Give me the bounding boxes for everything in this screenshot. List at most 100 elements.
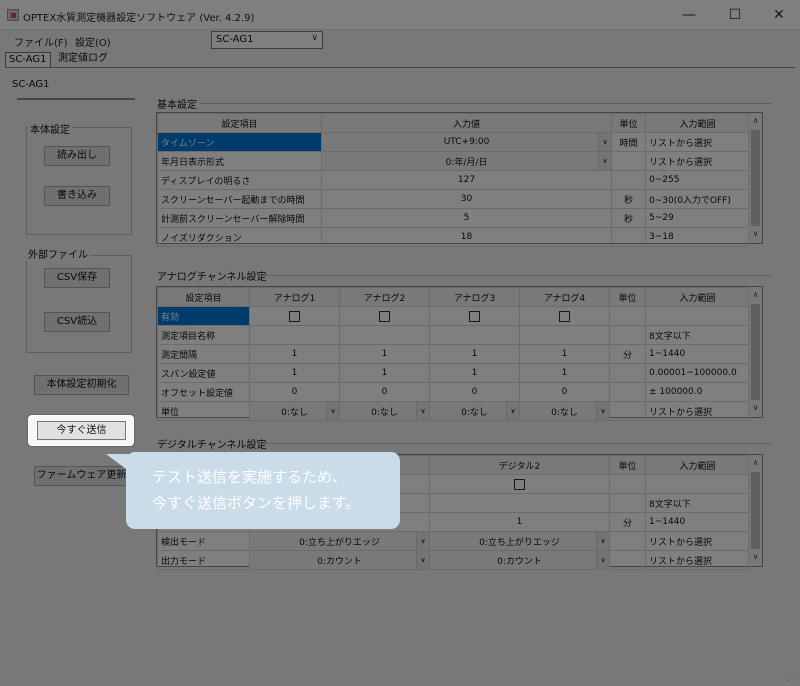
table-row: 測定間隔 1 1 1 1 分 1~1440 [157,344,750,364]
scroll-up-icon[interactable]: ∧ [749,113,762,129]
device-select[interactable]: SC-AG1 ∨ [211,31,323,49]
analog-cell[interactable]: 1 [339,363,430,383]
write-button[interactable]: 書き込み [44,186,110,206]
screensaver-release-input[interactable]: 5 [321,208,612,228]
send-now-button[interactable]: 今すぐ送信 [37,421,126,440]
menu-settings[interactable]: 設定(O) [75,34,111,49]
analog-unit-dropdown[interactable]: 0:なし ∨ [339,401,430,421]
analog-cell[interactable]: 0 [519,382,610,402]
analog-item-cell[interactable]: スパン設定値 [157,363,250,383]
analog-cell[interactable] [519,325,610,345]
basic-item-cell[interactable]: タイムゾーン [157,132,322,152]
screensaver-time-input[interactable]: 30 [321,189,612,209]
basic-item-cell[interactable]: 計測前スクリーンセーバー解除時間 [157,208,322,228]
tab-device[interactable]: SC-AG1 [5,52,51,67]
basic-item-cell[interactable]: ディスプレイの明るさ [157,170,322,190]
output-mode-dropdown[interactable]: 0:カウント ∨ [249,550,430,570]
analog-item-cell[interactable]: 測定項目名称 [157,325,250,345]
analog-enable-checkbox[interactable] [339,306,430,326]
maximize-button[interactable]: ☐ [712,0,758,30]
close-button[interactable]: ✕ [756,0,800,30]
analog-item-cell[interactable]: 単位 [157,401,250,421]
csv-save-button[interactable]: CSV保存 [44,268,110,288]
scroll-down-icon[interactable]: ∨ [749,400,762,416]
dropdown-value: 0:カウント [497,556,542,567]
read-button[interactable]: 読み出し [44,146,110,166]
analog-cell[interactable]: 0 [429,382,520,402]
analog-item-cell[interactable]: 測定間隔 [157,344,250,364]
noise-reduction-input[interactable]: 18 [321,227,612,247]
scroll-down-icon[interactable]: ∨ [749,549,762,565]
analog-item-cell[interactable]: 有効 [157,306,250,326]
digital-range-cell: 8文字以下 [645,493,750,513]
analog-cell[interactable]: 1 [429,363,520,383]
send-now-highlight: 今すぐ送信 [28,415,134,446]
output-mode-dropdown[interactable]: 0:カウント ∨ [429,550,610,570]
analog-unit-dropdown[interactable]: 0:なし ∨ [249,401,340,421]
checkbox-icon[interactable] [559,310,570,322]
digital-enable-checkbox[interactable] [429,474,610,494]
digital-settings-title: デジタルチャンネル設定 [157,440,267,451]
digital-item-cell[interactable]: 検出モード [157,531,250,551]
detect-mode-dropdown[interactable]: 0:立ち上がりエッジ ∨ [429,531,610,551]
analog-item-cell[interactable]: オフセット設定値 [157,382,250,402]
analog-enable-checkbox[interactable] [429,306,520,326]
scroll-thumb[interactable] [751,130,760,226]
checkbox-icon[interactable] [289,310,300,322]
basic-item-cell[interactable]: スクリーンセーバー起動までの時間 [157,189,322,209]
brightness-input[interactable]: 127 [321,170,612,190]
scroll-up-icon[interactable]: ∧ [749,455,762,471]
digital-scrollbar[interactable]: ∧ ∨ [748,455,762,566]
basic-unit-cell [611,227,646,247]
chevron-down-icon: ∨ [416,402,429,420]
detect-mode-dropdown[interactable]: 0:立ち上がりエッジ ∨ [249,531,430,551]
table-row: 有効 [157,306,750,326]
checkbox-icon[interactable] [514,478,525,490]
analog-cell[interactable] [249,325,340,345]
analog-cell[interactable]: 1 [429,344,520,364]
digital-cell[interactable] [429,493,610,513]
date-format-dropdown[interactable]: 0:年/月/日 ∨ [321,151,612,171]
basic-unit-cell: 秒 [611,208,646,228]
chevron-down-icon: ∨ [506,402,519,420]
csv-load-button[interactable]: CSV読込 [44,312,110,332]
chevron-down-icon: ∨ [598,133,611,151]
analog-cell[interactable]: 1 [519,344,610,364]
minimize-button[interactable]: — [666,0,712,30]
checkbox-icon[interactable] [379,310,390,322]
analog-enable-checkbox[interactable] [519,306,610,326]
digital-item-cell[interactable]: 出力モード [157,550,250,570]
basic-scrollbar[interactable]: ∧ ∨ [748,113,762,243]
analog-unit-dropdown[interactable]: 0:なし ∨ [429,401,520,421]
reset-settings-button[interactable]: 本体設定初期化 [34,375,129,395]
analog-cell[interactable]: 0 [249,382,340,402]
analog-cell[interactable]: 1 [519,363,610,383]
analog-cell[interactable]: 1 [249,344,340,364]
analog-scrollbar[interactable]: ∧ ∨ [748,287,762,417]
analog-cell[interactable]: 1 [249,363,340,383]
analog-unit-cell [609,325,646,345]
scroll-down-icon[interactable]: ∨ [749,226,762,242]
timezone-dropdown[interactable]: UTC+9:00 ∨ [321,132,612,152]
analog-settings-title: アナログチャンネル設定 [157,272,267,283]
analog-unit-dropdown[interactable]: 0:なし ∨ [519,401,610,421]
analog-cell[interactable] [429,325,520,345]
scroll-thumb[interactable] [751,304,760,400]
scroll-thumb[interactable] [751,472,760,549]
scroll-up-icon[interactable]: ∧ [749,287,762,303]
basic-item-cell[interactable]: 年月日表示形式 [157,151,322,171]
analog-cell[interactable] [339,325,430,345]
basic-item-cell[interactable]: ノイズリダクション [157,227,322,247]
analog-enable-checkbox[interactable] [249,306,340,326]
menu-file[interactable]: ファイル(F) [14,34,68,49]
checkbox-icon[interactable] [469,310,480,322]
analog-range-cell: 1~1440 [645,344,750,364]
digital-cell[interactable]: 1 [429,512,610,532]
device-select-value: SC-AG1 [216,34,254,45]
resize-grip-icon[interactable]: ⋰ [787,673,797,683]
tab-measurement-log[interactable]: 測定値ログ [55,52,111,67]
body-settings-group [26,127,132,235]
table-row: ディスプレイの明るさ 127 0~255 [157,170,750,190]
analog-cell[interactable]: 0 [339,382,430,402]
analog-cell[interactable]: 1 [339,344,430,364]
